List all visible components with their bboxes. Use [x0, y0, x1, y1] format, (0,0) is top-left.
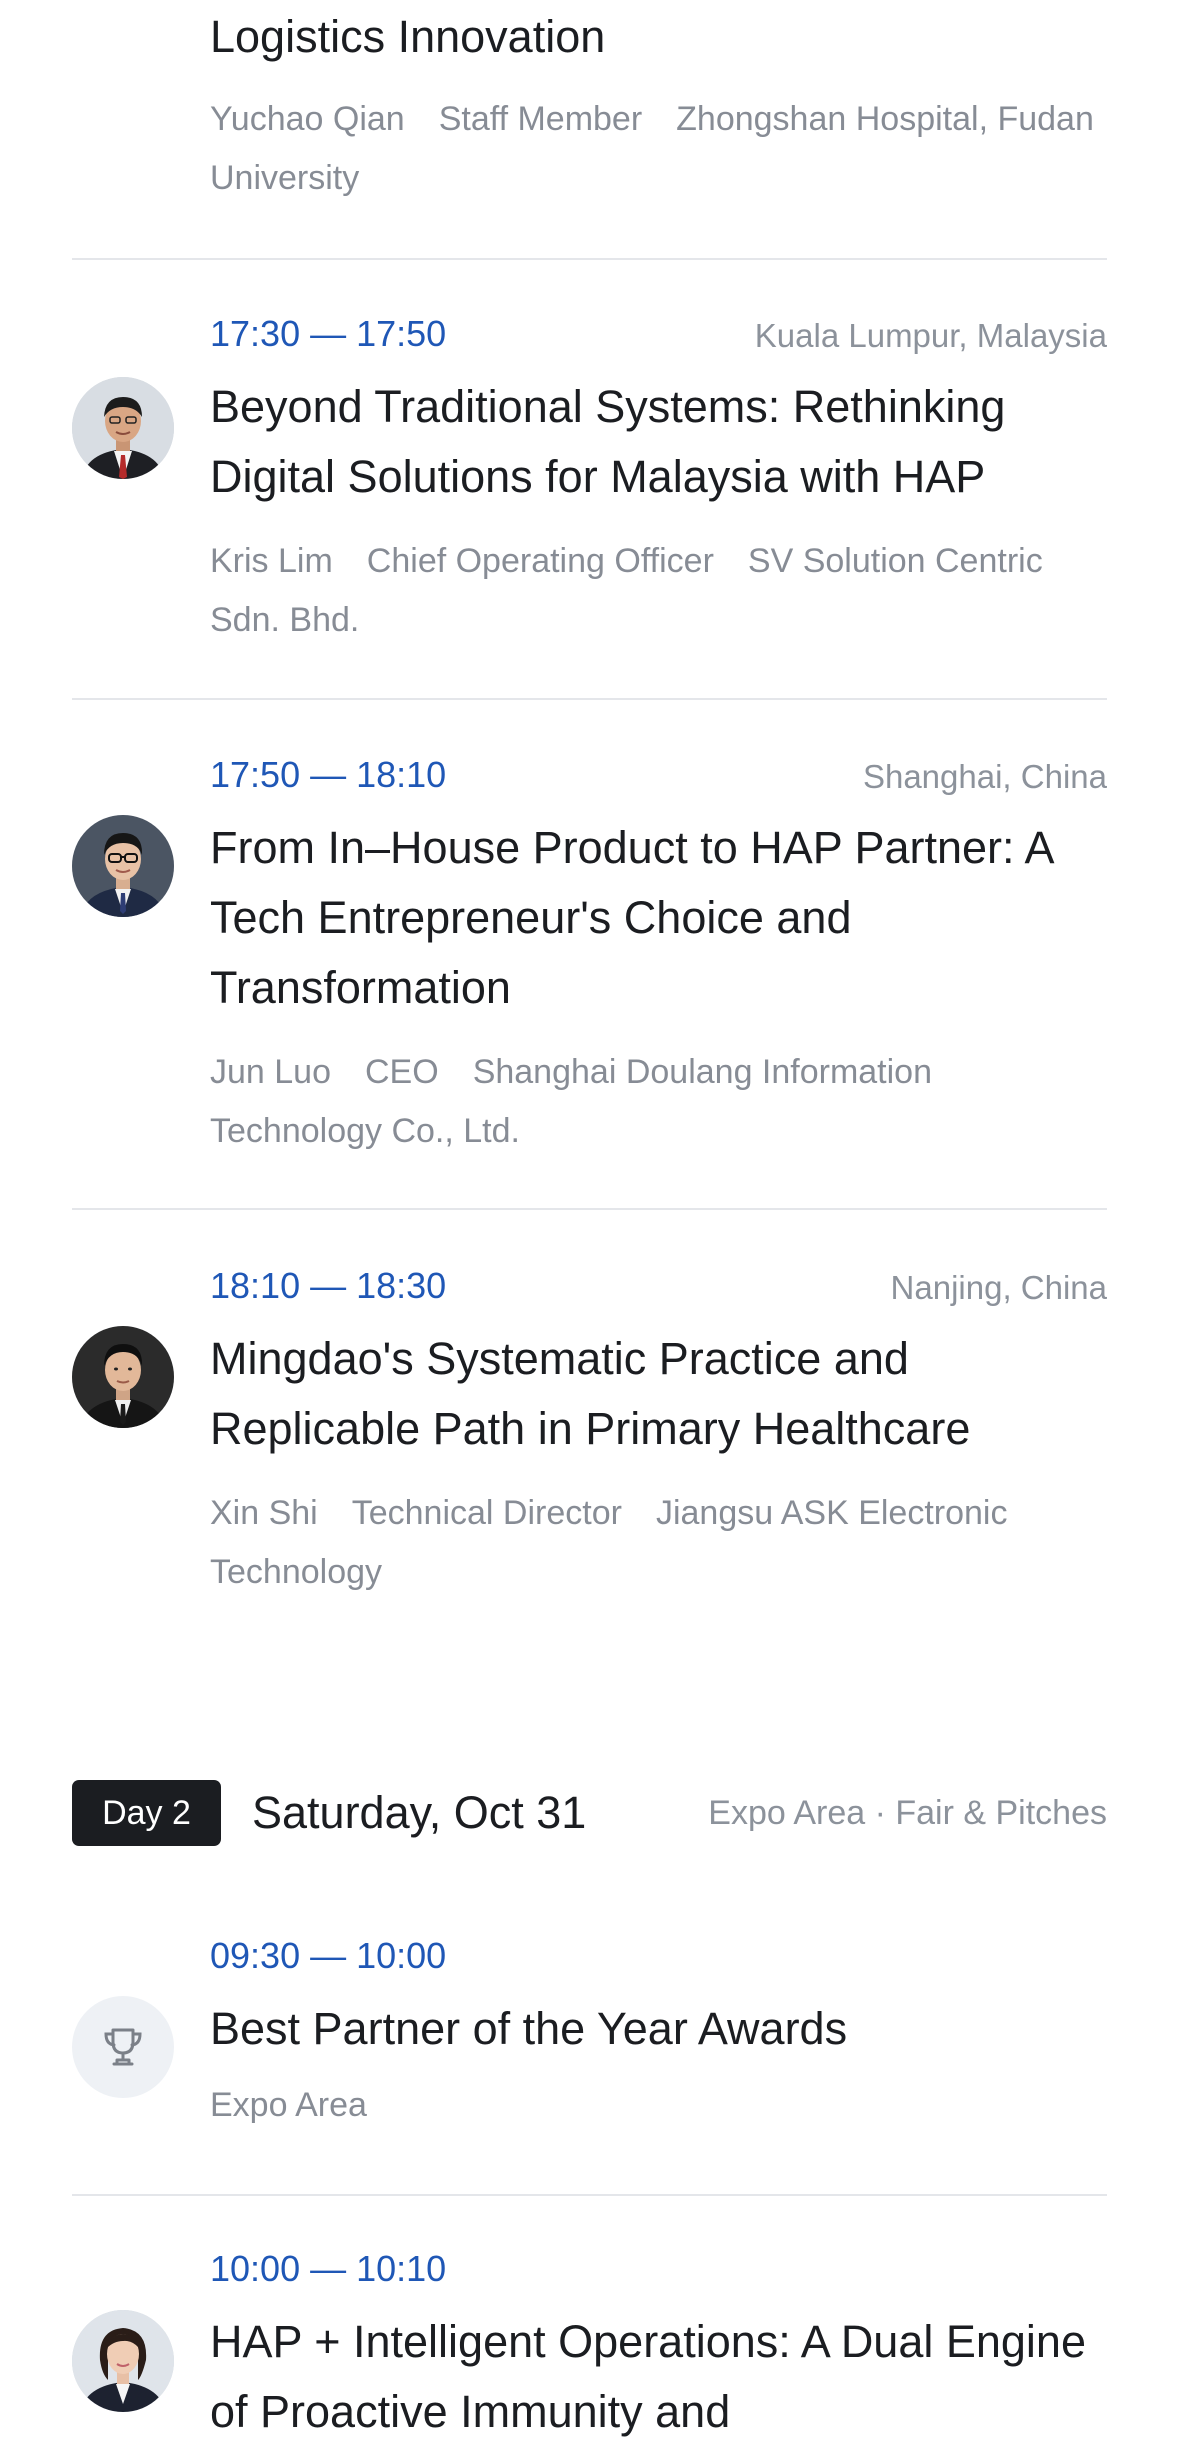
- day-badge: Day 2: [72, 1780, 221, 1846]
- divider: [72, 258, 1107, 260]
- session-time: 18:10 — 18:30: [210, 1265, 447, 1306]
- speaker-name: Yuchao Qian: [210, 100, 405, 138]
- speaker-avatar[interactable]: [72, 377, 174, 479]
- session-title: Logistics Innovation: [210, 11, 606, 62]
- session-card[interactable]: 17:30 — 17:50 Kuala Lumpur, Malaysia Bey…: [72, 312, 1107, 652]
- speaker-avatar[interactable]: [72, 2310, 174, 2412]
- speaker-avatar[interactable]: [72, 1326, 174, 1428]
- session-speaker-meta: Xin Shi Technical Director Jiangsu ASK Ele…: [210, 1484, 1107, 1602]
- session-speaker-meta: Jun Luo CEO Shanghai Doulang Information T…: [210, 1043, 1107, 1161]
- session-card[interactable]: 17:50 — 18:10 Shanghai, China From In–Ho…: [72, 753, 1107, 1153]
- speaker-name: Jun Luo: [210, 1053, 331, 1091]
- speaker-role: CEO: [365, 1053, 439, 1091]
- session-venue: Expo Area: [210, 2086, 367, 2124]
- session-location: Nanjing, China: [890, 1269, 1107, 1306]
- session-title: Beyond Traditional Systems: Rethinking D…: [210, 381, 1006, 502]
- divider: [72, 1208, 1107, 1210]
- speaker-role: Technical Director: [351, 1494, 622, 1532]
- divider: [72, 698, 1107, 700]
- divider: [72, 2194, 1107, 2196]
- session-time: 17:50 — 18:10: [210, 754, 447, 795]
- session-title: Mingdao's Systematic Practice and Replic…: [210, 1333, 971, 1454]
- session-card[interactable]: 10:00 — 10:10 HAP + Intelligent Operatio…: [72, 2247, 1107, 2448]
- session-location: Shanghai, China: [862, 758, 1107, 795]
- session-speaker-meta: Yuchao Qian Staff Member Zhongshan Hospita…: [210, 90, 1107, 208]
- day-header: Day 2 Saturday, Oct 31 Expo Area · Fair …: [72, 1780, 1107, 1846]
- speaker-role: Chief Operating Officer: [366, 542, 714, 580]
- session-card[interactable]: 18:10 — 18:30 Nanjing, China Mingdao's S…: [72, 1264, 1107, 1604]
- speaker-name: Kris Lim: [210, 542, 333, 580]
- session-time: 10:00 — 10:10: [210, 2248, 447, 2289]
- session-location: Kuala Lumpur, Malaysia: [754, 317, 1107, 354]
- session-title: HAP + Intelligent Operations: A Dual Eng…: [210, 2316, 1086, 2437]
- day-date: Saturday, Oct 31: [252, 1787, 587, 1838]
- session-time: 17:30 — 17:50: [210, 313, 447, 354]
- session-title: Best Partner of the Year Awards: [210, 2003, 848, 2054]
- session-card[interactable]: 09:30 — 10:00 Best Partner of the Year A…: [72, 1934, 1107, 2154]
- trophy-icon: [104, 2028, 142, 2066]
- session-card[interactable]: Logistics Innovation Yuchao Qian Staff Me…: [72, 0, 1107, 250]
- award-icon-badge: [72, 1996, 174, 2098]
- session-speaker-meta: Kris Lim Chief Operating Officer SV Soluti…: [210, 532, 1107, 650]
- speaker-name: Xin Shi: [210, 1494, 318, 1532]
- speaker-avatar[interactable]: [72, 815, 174, 917]
- agenda-page: Logistics Innovation Yuchao Qian Staff Me…: [0, 0, 1179, 2448]
- session-time: 09:30 — 10:00: [210, 1935, 447, 1976]
- day-area: Expo Area · Fair & Pitches: [708, 1794, 1107, 1832]
- session-title: From In–House Product to HAP Partner: A …: [210, 822, 1053, 1013]
- speaker-role: Staff Member: [438, 100, 643, 138]
